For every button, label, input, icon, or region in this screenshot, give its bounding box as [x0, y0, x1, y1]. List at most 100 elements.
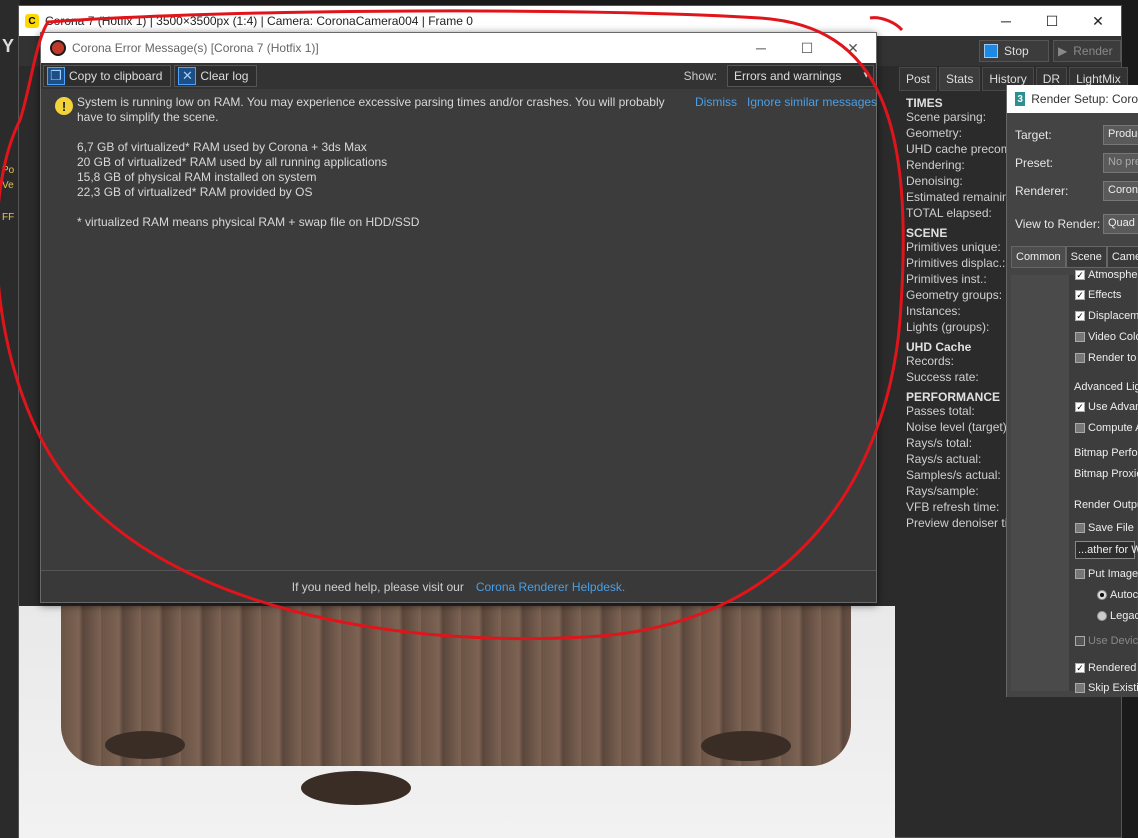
checkbox-icon — [1075, 569, 1085, 579]
video-color-checkbox[interactable]: Video Colo — [1075, 331, 1138, 343]
tab-scene[interactable]: Scene — [1065, 246, 1107, 268]
close-button[interactable]: ✕ — [1075, 6, 1121, 36]
stop-icon — [984, 44, 998, 58]
error-dialog-toolbar: ❐ Copy to clipboard ✕ Clear log Show: Er… — [41, 63, 876, 89]
message-line: 22,3 GB of virtualized* RAM provided by … — [77, 185, 313, 199]
skip-existing-checkbox[interactable]: Skip Existin — [1075, 682, 1138, 694]
play-icon: ▶ — [1058, 44, 1068, 58]
close-button[interactable]: ✕ — [830, 33, 876, 63]
copy-to-clipboard-button[interactable]: ❐ Copy to clipboard — [43, 65, 172, 87]
render-setup-panel: ✓Atmosphe ✓Effects ✓Displaceme Video Col… — [1011, 269, 1138, 694]
displacement-checkbox[interactable]: ✓Displaceme — [1075, 310, 1138, 322]
show-filter-label: Show: — [683, 69, 717, 83]
message-line: 15,8 GB of physical RAM installed on sys… — [77, 170, 317, 184]
target-dropdown[interactable]: Produc — [1103, 125, 1138, 145]
radio-icon — [1097, 611, 1107, 621]
checkbox-icon — [1075, 636, 1085, 646]
use-advanced-checkbox[interactable]: ✓ Use Advan — [1075, 401, 1138, 413]
checkbox-icon: ✓ — [1075, 270, 1085, 280]
checkbox-icon — [1075, 423, 1085, 433]
show-filter-dropdown[interactable]: Errors and warnings — [727, 65, 874, 87]
clipboard-icon: ❐ — [47, 67, 65, 85]
preset-dropdown[interactable]: No pre — [1103, 153, 1138, 173]
render-setup-window: 3 Render Setup: Coro Target: Produc Pres… — [1006, 85, 1138, 697]
use-device-checkbox[interactable]: Use Device — [1075, 635, 1138, 647]
render-output-label: Render Outpu — [1074, 499, 1138, 511]
maximize-button[interactable]: ☐ — [784, 33, 830, 63]
displacement-label: Displaceme — [1088, 310, 1138, 322]
render-setup-title: Render Setup: Coro — [1031, 92, 1138, 106]
save-file-label: Save File — [1088, 522, 1134, 534]
corona-logo-icon: C — [25, 14, 39, 28]
bitmap-proxies-label: Bitmap Proxie — [1074, 468, 1138, 480]
stop-button[interactable]: Stop — [979, 40, 1049, 62]
render-label: Render — [1073, 44, 1113, 58]
error-dialog-titlebar: Corona Error Message(s) [Corona 7 (Hotfi… — [41, 33, 876, 63]
rendered-frame-checkbox[interactable]: ✓ Rendered — [1075, 662, 1136, 674]
tab-common[interactable]: Common — [1011, 246, 1066, 268]
compute-advanced-label: Compute A — [1088, 422, 1138, 434]
advanced-lighting-group: Advanced Lig — [1074, 381, 1138, 393]
ignore-similar-link[interactable]: Ignore similar messages — [747, 95, 877, 109]
tab-post[interactable]: Post — [899, 67, 938, 91]
use-device-label: Use Device — [1088, 635, 1138, 647]
video-color-label: Video Colo — [1088, 331, 1138, 343]
corona-error-icon — [50, 40, 66, 56]
checkbox-icon: ✓ — [1075, 402, 1085, 412]
minimize-button[interactable]: ─ — [983, 6, 1029, 36]
checkbox-icon: ✓ — [1075, 663, 1085, 673]
save-file-checkbox[interactable]: Save File — [1075, 522, 1134, 534]
use-advanced-label: Use Advan — [1088, 401, 1138, 413]
tab-stats[interactable]: Stats — [939, 67, 981, 91]
autocorrect-radio[interactable]: Autoc — [1097, 589, 1138, 601]
preset-label: Preset: — [1015, 156, 1054, 170]
render-setup-titlebar: 3 Render Setup: Coro — [1007, 85, 1138, 113]
message-line: * virtualized RAM means physical RAM + s… — [77, 215, 420, 229]
autocorrect-label: Autoc — [1110, 589, 1138, 601]
clear-x-icon: ✕ — [178, 67, 197, 85]
max-strip-label: Y — [2, 36, 15, 56]
sofa-foot — [301, 771, 411, 805]
renderer-dropdown[interactable]: Corona — [1103, 181, 1138, 201]
minimize-button[interactable]: ─ — [738, 33, 784, 63]
sofa-foot — [701, 731, 791, 761]
dismiss-link[interactable]: Dismiss — [695, 95, 737, 109]
checkbox-icon — [1075, 683, 1085, 693]
render-image — [19, 606, 895, 838]
maximize-button[interactable]: ☐ — [1029, 6, 1075, 36]
render-button[interactable]: ▶ Render — [1053, 40, 1121, 62]
skip-existing-label: Skip Existin — [1088, 682, 1138, 694]
error-dialog-footer: If you need help, please visit our Coron… — [41, 570, 876, 602]
copy-to-clipboard-label: Copy to clipboard — [69, 69, 163, 83]
gather-for-field[interactable]: ...ather for W — [1075, 541, 1138, 559]
compute-advanced-checkbox[interactable]: Compute A — [1075, 422, 1138, 434]
max-strip-label: Po — [2, 165, 15, 176]
view-to-render-dropdown[interactable]: Quad 4 — [1103, 214, 1138, 234]
stop-label: Stop — [1004, 44, 1029, 58]
max-strip-label: Ve — [2, 180, 14, 191]
checkbox-icon — [1075, 523, 1085, 533]
view-to-render-label: View to Render: — [1015, 217, 1101, 231]
atmospherics-checkbox[interactable]: ✓ Atmosphe — [1075, 269, 1138, 281]
render-to-fields-checkbox[interactable]: Render to — [1075, 352, 1136, 364]
vfb-title: Corona 7 (Hotfix 1) | 3500×3500px (1:4) … — [45, 14, 473, 28]
clear-log-button[interactable]: ✕ Clear log — [174, 65, 258, 87]
tab-camera[interactable]: Camer — [1106, 246, 1138, 268]
message-line: System is running low on RAM. You may ex… — [77, 95, 665, 124]
helpdesk-link[interactable]: Corona Renderer Helpdesk. — [476, 580, 625, 594]
effects-label: Effects — [1088, 289, 1122, 301]
legacy-radio[interactable]: Legac — [1097, 610, 1138, 622]
footer-help-text: If you need help, please visit our — [291, 579, 464, 594]
bitmap-performance-label: Bitmap Perfor — [1074, 447, 1138, 459]
put-image-checkbox[interactable]: Put Image — [1075, 568, 1138, 580]
message-line: 20 GB of virtualized* RAM used by all ru… — [77, 155, 388, 169]
renderer-label: Renderer: — [1015, 184, 1069, 198]
radio-icon — [1097, 590, 1107, 600]
3dsmax-icon: 3 — [1015, 92, 1026, 106]
error-message-dialog: Corona Error Message(s) [Corona 7 (Hotfi… — [40, 32, 877, 603]
checkbox-icon — [1075, 332, 1085, 342]
checkbox-icon: ✓ — [1075, 290, 1085, 300]
effects-checkbox[interactable]: ✓ Effects — [1075, 289, 1121, 301]
rendered-frame-label: Rendered — [1088, 662, 1137, 674]
max-background-strip: Po Ve FF Y — [0, 0, 20, 838]
